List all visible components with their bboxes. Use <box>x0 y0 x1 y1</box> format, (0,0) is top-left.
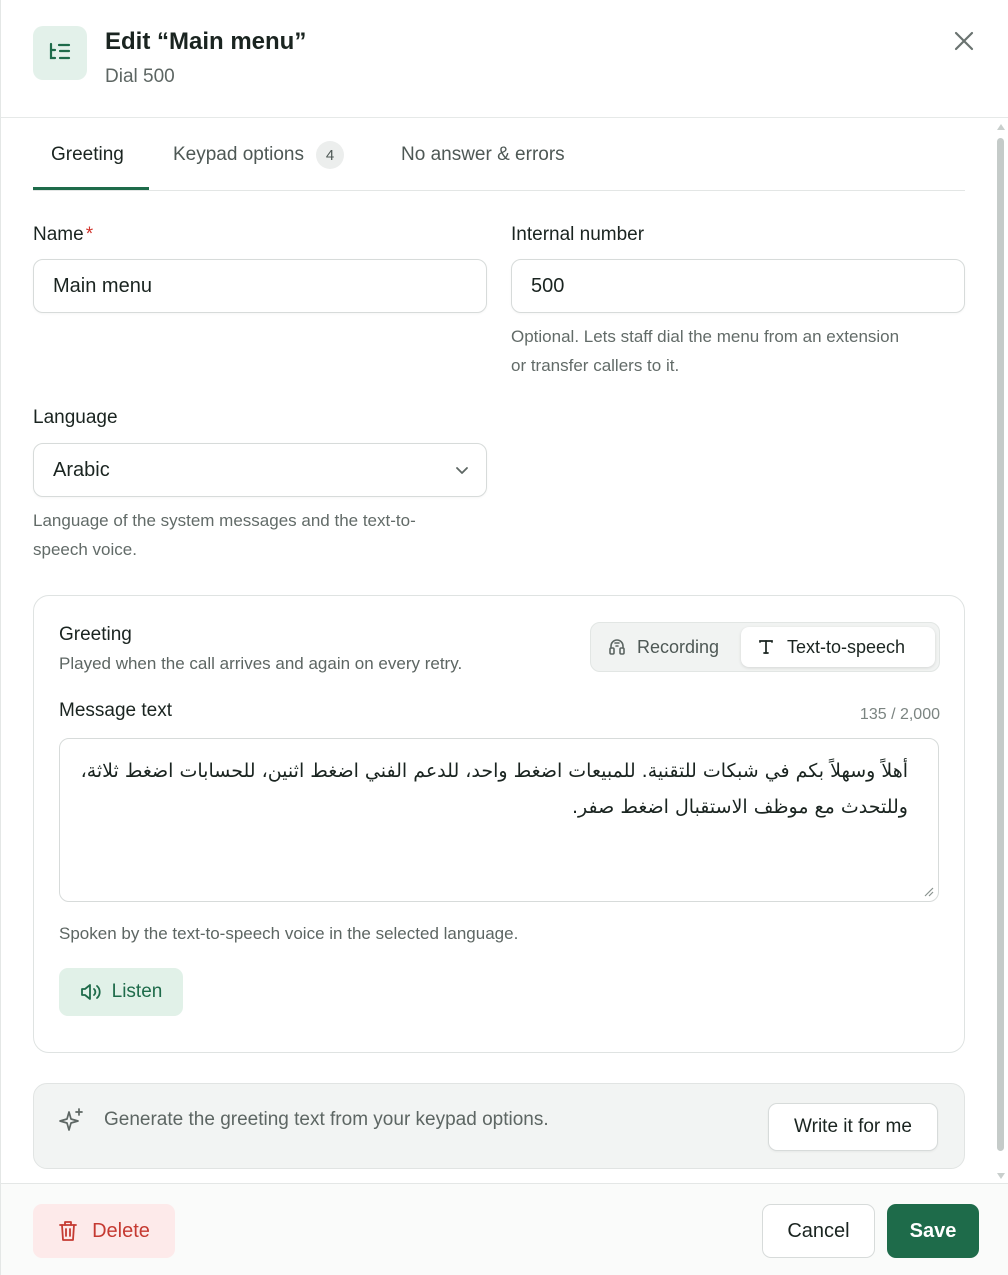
tab-greeting[interactable]: Greeting <box>51 119 124 191</box>
language-select[interactable]: Arabic <box>33 443 487 497</box>
greeting-mode-toggle: Recording Text-to-speech <box>590 622 940 672</box>
ivr-menu-icon <box>33 26 87 80</box>
scrollbar-thumb[interactable] <box>997 138 1004 1151</box>
resize-handle-icon[interactable] <box>922 885 934 897</box>
mode-recording-label: Recording <box>637 636 720 657</box>
internal-number-value: 500 <box>531 274 565 297</box>
active-tab-indicator <box>33 187 149 190</box>
ai-helper-box: Generate the greeting text from your key… <box>33 1083 965 1169</box>
internal-number-help-line-2: or transfer callers to it. <box>511 356 680 375</box>
greeting-card-description: Played when the call arrives and again o… <box>59 654 463 673</box>
message-help: Spoken by the text-to-speech voice in th… <box>59 924 519 943</box>
write-it-for-me-button[interactable]: Write it for me <box>768 1103 938 1151</box>
internal-number-label: Internal number <box>511 224 645 245</box>
tab-bar: Greeting Keypad options 4 No answer & er… <box>33 119 965 191</box>
message-text-value: أهلاً وسهلاً بكم في شبكات للتقنية. للمبي… <box>80 760 908 818</box>
character-counter: 135 / 2,000 <box>859 706 940 723</box>
cancel-button[interactable]: Cancel <box>762 1204 875 1258</box>
delete-button[interactable]: Delete <box>33 1204 175 1258</box>
language-help-line-1: Language of the system messages and the … <box>33 511 416 530</box>
name-label: Name * <box>33 224 93 246</box>
internal-number-help-line-1: Optional. Lets staff dial the menu from … <box>511 327 900 346</box>
dialog-body: Greeting Keypad options 4 No answer & er… <box>1 119 1008 1183</box>
tab-no-answer-errors[interactable]: No answer & errors <box>401 119 565 191</box>
internal-number-help: Optional. Lets staff dial the menu from … <box>511 322 899 380</box>
dialog-subtitle: Dial 500 <box>105 66 175 87</box>
save-button[interactable]: Save <box>887 1204 979 1258</box>
dialog-header: Edit “Main menu” Dial 500 <box>1 0 1008 118</box>
message-text-area[interactable]: أهلاً وسهلاً بكم في شبكات للتقنية. للمبي… <box>59 738 939 902</box>
mode-text-to-speech-button[interactable]: Text-to-speech <box>741 627 935 667</box>
speaker-icon <box>80 984 101 1000</box>
delete-button-label: Delete <box>92 1219 150 1242</box>
mode-recording-button[interactable]: Recording <box>607 627 733 667</box>
close-icon <box>954 31 974 51</box>
dialog-title: Edit “Main menu” <box>105 28 307 55</box>
tab-keypad-options-label: Keypad options <box>173 144 304 165</box>
sparkles-icon <box>59 1108 83 1131</box>
keypad-options-count-badge: 4 <box>316 141 344 169</box>
trash-icon <box>59 1221 77 1241</box>
name-input-value: Main menu <box>53 274 152 297</box>
internal-number-input[interactable]: 500 <box>511 259 965 313</box>
tab-greeting-label: Greeting <box>51 144 124 165</box>
language-help: Language of the system messages and the … <box>33 506 416 564</box>
scroll-up-arrow-icon[interactable] <box>997 124 1005 130</box>
chevron-down-icon <box>456 467 468 474</box>
ai-helper-text: Generate the greeting text from your key… <box>104 1109 549 1130</box>
name-input[interactable]: Main menu <box>33 259 487 313</box>
listen-button-label: Listen <box>111 981 163 1002</box>
mode-text-to-speech-label: Text-to-speech <box>787 636 906 657</box>
language-help-line-2: speech voice. <box>33 540 137 559</box>
listen-button[interactable]: Listen <box>59 968 183 1016</box>
tab-no-answer-errors-label: No answer & errors <box>401 144 565 165</box>
dialog-footer: Delete Cancel Save <box>1 1183 1008 1275</box>
language-label: Language <box>33 407 118 428</box>
language-select-value: Arabic <box>53 458 110 481</box>
tab-keypad-options[interactable]: Keypad options 4 <box>173 119 344 191</box>
greeting-card-title: Greeting <box>59 624 132 645</box>
close-button[interactable] <box>947 24 981 58</box>
name-label-text: Name <box>33 224 84 245</box>
greeting-card: Greeting Played when the call arrives an… <box>33 595 965 1053</box>
edit-ivr-menu-dialog: Edit “Main menu” Dial 500 Greeting Keypa… <box>0 0 1008 1275</box>
text-icon <box>759 640 773 654</box>
required-marker: * <box>85 224 94 245</box>
scroll-down-arrow-icon[interactable] <box>997 1173 1005 1179</box>
recording-icon <box>609 639 625 655</box>
message-text-label: Message text <box>59 700 172 721</box>
